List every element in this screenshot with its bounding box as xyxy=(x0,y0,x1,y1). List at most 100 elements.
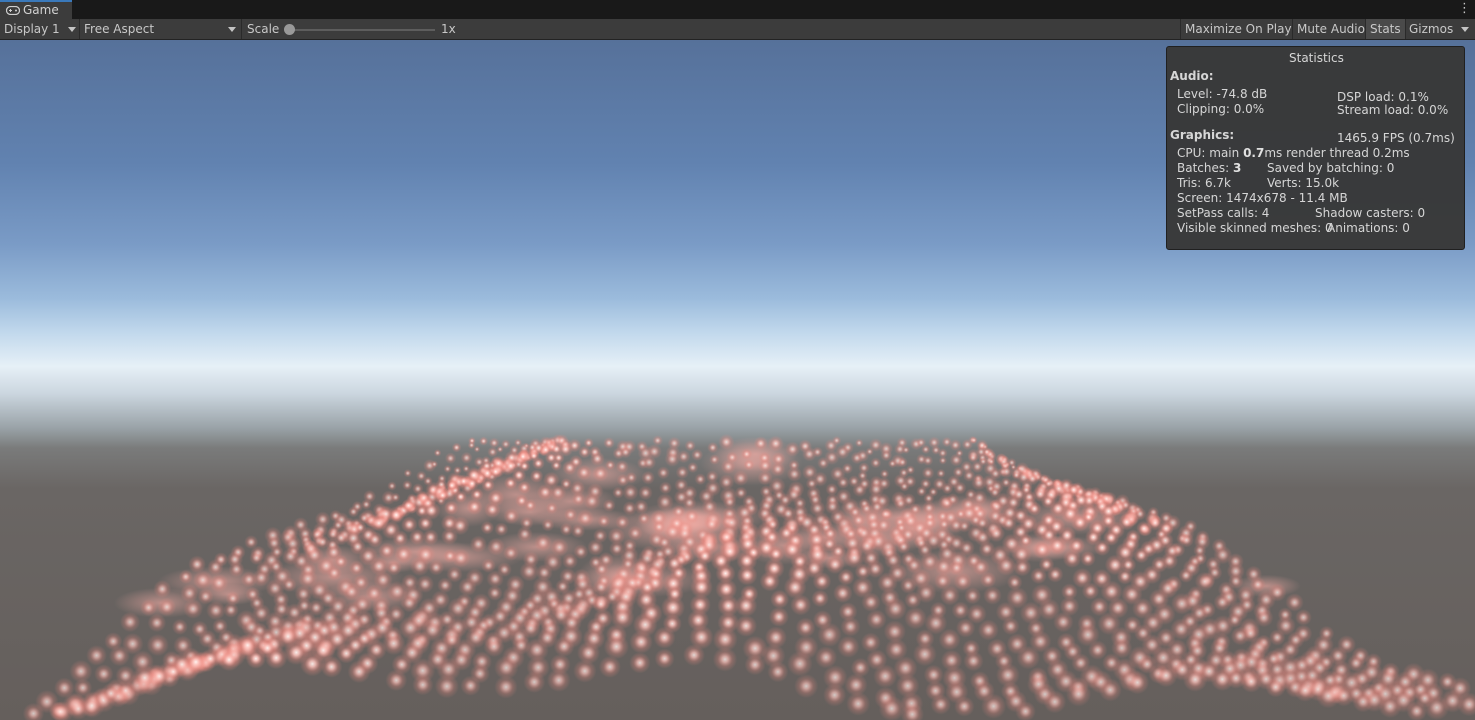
particle xyxy=(720,459,736,475)
particle xyxy=(940,496,954,510)
particle xyxy=(870,457,882,469)
particle xyxy=(873,664,898,689)
particle xyxy=(905,465,916,475)
particle xyxy=(469,535,487,553)
particle xyxy=(529,469,544,483)
particle xyxy=(930,694,951,715)
particle xyxy=(846,691,871,716)
particle xyxy=(209,573,229,593)
chevron-down-icon[interactable] xyxy=(1461,27,1469,32)
particle xyxy=(348,560,365,576)
particle xyxy=(454,490,468,504)
saved-by-batching: Saved by batching: 0 xyxy=(1267,161,1395,175)
gamepad-icon xyxy=(6,6,20,15)
mute-audio-button[interactable]: Mute Audio xyxy=(1293,19,1369,39)
particle xyxy=(553,636,575,657)
particle xyxy=(735,614,758,637)
particle xyxy=(387,481,397,491)
cpu-prefix: CPU: main xyxy=(1177,146,1244,160)
particle xyxy=(326,565,343,581)
particle xyxy=(954,696,975,717)
particle xyxy=(503,508,520,525)
particle xyxy=(637,512,651,525)
tab-game[interactable]: Game xyxy=(0,0,72,19)
cpu-main-value: 0.7 xyxy=(1243,146,1265,160)
particle xyxy=(603,437,615,449)
particle xyxy=(854,438,864,448)
particle xyxy=(100,683,122,704)
scale-slider-thumb[interactable] xyxy=(284,24,295,35)
verts: Verts: 15.0k xyxy=(1267,176,1340,190)
particle xyxy=(245,648,266,669)
particle xyxy=(682,495,697,510)
particle xyxy=(460,675,481,696)
stats-title: Statistics xyxy=(1289,51,1344,65)
display-dropdown[interactable]: Display 1 xyxy=(4,19,60,39)
particle xyxy=(768,606,789,627)
particle xyxy=(360,499,372,510)
particle xyxy=(977,619,999,641)
particle xyxy=(899,481,910,492)
particle xyxy=(1047,566,1064,583)
maximize-on-play-button[interactable]: Maximize On Play xyxy=(1181,19,1296,39)
particle xyxy=(812,571,832,591)
particle xyxy=(1030,567,1047,585)
more-menu-icon[interactable]: ⋮ xyxy=(1458,1,1471,17)
particle xyxy=(833,583,853,603)
particle xyxy=(615,515,630,530)
particle xyxy=(921,466,935,480)
particle xyxy=(480,520,495,535)
particle xyxy=(904,606,927,630)
shadow-casters: Shadow casters: 0 xyxy=(1315,206,1426,220)
gizmos-button[interactable]: Gizmos xyxy=(1405,19,1457,39)
particle xyxy=(938,456,948,465)
particle xyxy=(597,514,611,528)
particle xyxy=(443,464,452,473)
divider xyxy=(79,19,80,39)
particle xyxy=(1265,676,1286,698)
particle xyxy=(403,469,412,478)
particle xyxy=(814,646,838,669)
particle xyxy=(759,571,780,592)
particle xyxy=(1098,678,1122,702)
particle xyxy=(163,661,184,682)
particle xyxy=(562,460,578,476)
particle xyxy=(654,648,675,669)
particle xyxy=(999,464,1014,479)
particle xyxy=(1013,558,1032,577)
particle xyxy=(347,506,360,518)
stats-button[interactable]: Stats xyxy=(1366,19,1405,39)
particle xyxy=(677,450,691,464)
particle xyxy=(436,488,450,502)
particle xyxy=(433,449,442,457)
particle xyxy=(840,616,861,637)
particle xyxy=(132,665,158,691)
scale-slider-track[interactable] xyxy=(290,29,435,31)
particle xyxy=(622,484,639,501)
particle xyxy=(1053,611,1074,633)
particle xyxy=(1424,695,1450,720)
particle xyxy=(951,601,970,620)
particle xyxy=(178,569,193,584)
particle xyxy=(109,645,130,667)
particle xyxy=(347,660,371,684)
particle xyxy=(451,442,462,453)
particle xyxy=(743,459,755,471)
particle xyxy=(561,553,579,570)
particle xyxy=(320,655,343,678)
particle xyxy=(659,481,672,495)
aspect-dropdown[interactable]: Free Aspect xyxy=(84,19,154,39)
particle xyxy=(563,507,578,522)
particle xyxy=(1378,694,1402,719)
particle xyxy=(627,525,643,541)
particle xyxy=(571,491,586,507)
particle xyxy=(409,556,430,577)
particle xyxy=(120,611,141,633)
particle xyxy=(656,466,670,480)
particle xyxy=(547,668,571,692)
particle xyxy=(790,594,812,616)
game-viewport[interactable]: Statistics Audio: Level: -74.8 dB Clippi… xyxy=(0,40,1475,720)
particle xyxy=(264,646,288,670)
audio-clipping: Clipping: 0.0% xyxy=(1177,102,1265,116)
particle xyxy=(434,674,459,699)
